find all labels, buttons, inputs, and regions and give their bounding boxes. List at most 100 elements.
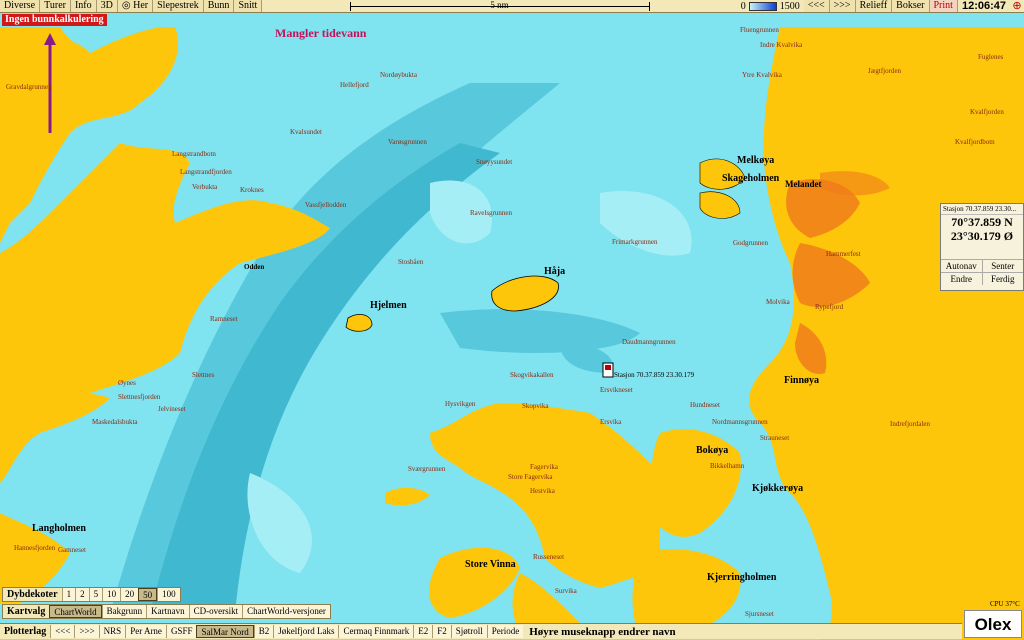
position-header: Stasjon 70.37.859 23.30... (941, 204, 1023, 215)
place-label: Fagervika (530, 463, 558, 471)
plotter-layers-bar: Plotterlag <<< >>> NRS Per Arne GSFF Sal… (0, 623, 962, 639)
depth-option[interactable]: 5 (88, 588, 103, 601)
place-label: Strauneset (760, 434, 790, 442)
place-label: Hammerfest (826, 250, 861, 258)
autonav-button[interactable]: Autonav (941, 260, 983, 272)
place-label: Indre Kvalvika (760, 41, 803, 49)
plotter-layer[interactable]: GSFF (165, 625, 197, 638)
depth-option[interactable]: 100 (157, 588, 180, 601)
menu-her[interactable]: ◎ Her (117, 0, 154, 12)
plotter-layer[interactable]: Per Arne (125, 625, 166, 638)
chart-option[interactable]: Kartnavn (146, 605, 189, 618)
place-label: Kvalfjorden (970, 108, 1004, 116)
depth-option-selected[interactable]: 50 (138, 588, 158, 601)
place-label: Hundneset (690, 401, 720, 409)
place-kjerringholmen: Kjerringholmen (707, 572, 777, 583)
scale-bar: 5 nm (349, 0, 650, 11)
place-label: Slettnes (192, 371, 215, 379)
plotter-prev-button[interactable]: <<< (50, 625, 75, 638)
nav-back-button[interactable]: <<< (803, 0, 830, 12)
plotter-layer[interactable]: B2 (253, 625, 274, 638)
place-hjelmen: Hjelmen (370, 300, 407, 311)
plotter-layer[interactable]: Cermaq Finnmark (338, 625, 414, 638)
menu-bokser[interactable]: Bokser (892, 0, 930, 12)
menu-relieff[interactable]: Relieff (855, 0, 893, 12)
menu-diverse[interactable]: Diverse (0, 0, 41, 12)
clock: 12:06:47 (961, 0, 1006, 12)
depth-legend: 0 1500 (737, 1, 804, 12)
place-label: Verbukta (192, 183, 218, 191)
place-label: Kvalsundet (290, 128, 322, 136)
place-label: Hysvikgen (445, 400, 476, 408)
chart-option[interactable]: Bakgrunn (101, 605, 147, 618)
place-label: Skogvikakallen (510, 371, 554, 379)
station-label: Stasjon 70.37.859 23.30.179 (614, 371, 695, 379)
place-label: Langstrandfjorden (180, 168, 232, 176)
depth-contours-label: Dybdekoter (7, 589, 58, 600)
chart-option-selected[interactable]: ChartWorld (49, 605, 102, 618)
menu-print[interactable]: Print (929, 0, 958, 12)
nav-forward-button[interactable]: >>> (829, 0, 856, 12)
ferdig-button[interactable]: Ferdig (983, 273, 1024, 285)
place-label: Gravdalgrunnen (6, 83, 52, 91)
place-melandet: Melandet (785, 179, 822, 189)
menu-info[interactable]: Info (70, 0, 97, 12)
tide-notice: Mangler tidevann (275, 26, 367, 40)
plotter-layer[interactable]: E2 (413, 625, 433, 638)
place-label: Molvika (766, 298, 790, 306)
place-label: Ravelsgrunnen (470, 209, 512, 217)
gps-icon[interactable]: ⊕ (1010, 0, 1024, 12)
place-label: Daudmanngrunnen (622, 338, 676, 346)
place-label: Ersvikneset (600, 386, 633, 394)
senter-button[interactable]: Senter (983, 260, 1024, 272)
plotter-layer[interactable]: NRS (98, 625, 126, 638)
place-label: Sværgrunnen (408, 465, 446, 473)
depth-contours-bar: Dybdekoter 1 2 5 10 20 50 100 (2, 587, 181, 602)
place-label: Kvalfjordbotn (955, 138, 995, 146)
chart-map[interactable]: Melkøya Skageholmen Melandet Håja Hjelme… (0, 13, 1024, 640)
chart-option[interactable]: ChartWorld-versjoner (242, 605, 330, 618)
place-label: Vassfjellodden (305, 201, 347, 209)
depth-option[interactable]: 2 (75, 588, 89, 601)
place-label: Hellefjord (340, 81, 369, 89)
place-label: Sjursneset (745, 610, 774, 618)
depth-max: 1500 (779, 0, 800, 12)
plotter-layer[interactable]: F2 (432, 625, 451, 638)
place-label: Maskedalsbukta (92, 418, 138, 426)
place-label: Varøsgrunnen (388, 138, 427, 146)
place-label: Stosbåen (398, 258, 424, 266)
plotter-layer[interactable]: Periode (486, 625, 524, 638)
place-skageholmen: Skageholmen (722, 173, 780, 184)
place-label: Hestvika (530, 487, 555, 495)
endre-button[interactable]: Endre (941, 273, 983, 285)
place-label: Ersvika (600, 418, 622, 426)
chart-selection-bar: Kartvalg ChartWorld Bakgrunn Kartnavn CD… (2, 604, 331, 619)
place-label: Jægtfjorden (868, 67, 902, 75)
plotter-layer[interactable]: Jøkelfjord Laks (273, 625, 339, 638)
place-label: Ramneset (210, 315, 238, 323)
place-label: Survika (555, 587, 577, 595)
menu-bunn[interactable]: Bunn (203, 0, 235, 12)
place-label: Jelvineset (158, 405, 186, 413)
depth-option[interactable]: 1 (61, 588, 76, 601)
plotter-next-button[interactable]: >>> (74, 625, 99, 638)
menu-turer[interactable]: Turer (40, 0, 71, 12)
place-label: Hannesfjorden (14, 544, 56, 552)
plotter-layer[interactable]: Sjøtroll (450, 625, 487, 638)
position-panel: Stasjon 70.37.859 23.30... 70°37.859 N 2… (940, 203, 1024, 291)
depth-option[interactable]: 20 (120, 588, 139, 601)
menu-slepestrek[interactable]: Slepestrek (153, 0, 204, 12)
place-label: Indrefjordalen (890, 420, 931, 428)
plotter-layer-selected[interactable]: SalMar Nord (196, 625, 254, 638)
place-label: Store Fagervika (508, 473, 553, 481)
depth-option[interactable]: 10 (102, 588, 121, 601)
place-label: Slettnesfjorden (118, 393, 161, 401)
menu-snitt[interactable]: Snitt (234, 0, 263, 12)
plotter-layers-label: Plotterlag (4, 626, 47, 637)
place-label: Frimarkgrunnen (612, 238, 658, 246)
place-bokoya: Bokøya (696, 445, 729, 456)
place-finnoya: Finnøya (784, 375, 820, 386)
menu-3d[interactable]: 3D (96, 0, 118, 12)
chart-option[interactable]: CD-oversikt (188, 605, 243, 618)
place-label: Nordmannsgrunnen (712, 418, 768, 426)
